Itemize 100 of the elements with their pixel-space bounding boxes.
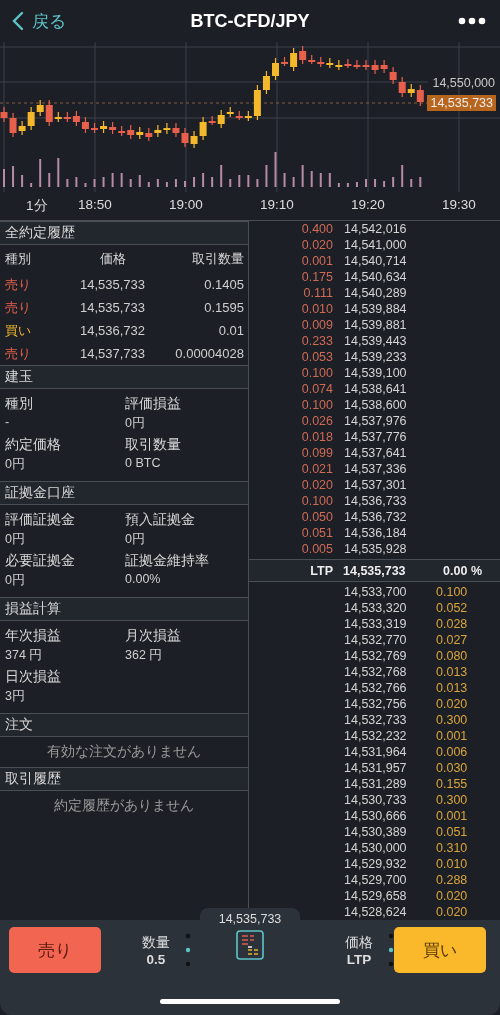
bid-price: 14,528,624 <box>343 904 408 920</box>
more-icon[interactable] <box>458 17 486 25</box>
bid-size: 0.020 <box>435 904 468 920</box>
volume-bar <box>392 177 395 187</box>
field-value: 3円 <box>5 688 26 705</box>
bid-size: 0.001 <box>435 808 468 824</box>
trade-price: 14,536,732 <box>78 323 147 338</box>
time-axis-label: 19:20 <box>350 197 386 212</box>
time-axis-label: 19:10 <box>259 197 295 212</box>
interval-label[interactable]: 1分 <box>26 197 48 215</box>
bid-price: 14,533,319 <box>343 616 408 632</box>
bid-price: 14,532,766 <box>343 680 408 696</box>
field-value: 362 円 <box>125 647 164 664</box>
bid-size: 0.030 <box>435 760 468 776</box>
bid-size: 0.013 <box>435 680 468 696</box>
section-header: 損益計算 <box>0 597 248 621</box>
price-axis-label: 14,550,000 <box>432 76 495 90</box>
back-button[interactable]: 戻る <box>12 9 66 33</box>
trade-amount: 0.01 <box>217 323 244 338</box>
volume-bar <box>256 179 259 187</box>
ask-price: 14,536,732 <box>343 509 408 525</box>
volume-bar <box>265 165 268 187</box>
field-value: 374 円 <box>5 647 44 664</box>
center-price: 14,535,733 <box>218 912 282 926</box>
field-label: 年次損益 <box>5 627 62 645</box>
bid-price: 14,532,769 <box>343 648 408 664</box>
volume-bar <box>410 179 413 187</box>
ask-price: 14,542,016 <box>343 221 408 237</box>
empty-message: 約定履歴がありません <box>53 797 195 815</box>
volume-bar <box>401 165 404 187</box>
volume-bar <box>120 173 123 187</box>
chevron-left-icon <box>12 11 24 31</box>
trade-side: 売り <box>5 344 32 363</box>
field-label: 種別 <box>5 395 34 413</box>
ask-size: 0.009 <box>300 317 333 333</box>
sell-button[interactable]: 売り <box>9 927 101 973</box>
column-header: 種別 <box>5 250 32 268</box>
bid-price: 14,530,000 <box>343 840 408 856</box>
ask-size: 0.005 <box>300 541 333 557</box>
order-book-icon <box>236 930 264 960</box>
volume-bar <box>138 175 141 187</box>
volume-bar <box>419 177 422 187</box>
volume-bar <box>211 177 214 187</box>
ask-size: 0.021 <box>300 461 333 477</box>
quantity-picker[interactable]: 数量 0.5 <box>139 933 173 967</box>
trade-side: 売り <box>5 275 32 294</box>
bid-size: 0.020 <box>435 696 468 712</box>
bid-price: 14,532,770 <box>343 632 408 648</box>
field-label: 証拠金維持率 <box>125 552 210 570</box>
time-axis-label: 19:00 <box>168 197 204 212</box>
ask-size: 0.020 <box>300 477 333 493</box>
ask-size: 0.018 <box>300 429 333 445</box>
ask-price: 14,539,881 <box>343 317 408 333</box>
field-label: 評価証拠金 <box>5 511 76 529</box>
ask-price: 14,536,184 <box>343 525 408 541</box>
volume-bar <box>193 177 196 187</box>
ask-size: 0.100 <box>300 397 333 413</box>
field-label: 日次損益 <box>5 668 62 686</box>
bid-price: 14,530,389 <box>343 824 408 840</box>
ask-price: 14,538,641 <box>343 381 408 397</box>
section-header: 取引履歴 <box>0 767 248 791</box>
section-header: 注文 <box>0 713 248 737</box>
trade-price: 14,535,733 <box>78 277 147 292</box>
buy-button[interactable]: 買い <box>394 927 486 973</box>
bid-size: 0.013 <box>435 664 468 680</box>
section-header: 証拠金口座 <box>0 481 248 505</box>
bid-size: 0.155 <box>435 776 468 792</box>
bid-size: 0.027 <box>435 632 468 648</box>
bid-size: 0.010 <box>435 856 468 872</box>
candle <box>272 57 279 81</box>
price-picker[interactable]: 価格 LTP <box>342 933 376 967</box>
candle <box>91 122 98 134</box>
bid-price: 14,529,932 <box>343 856 408 872</box>
trade-amount: 0.1595 <box>203 300 244 315</box>
column-header: 取引数量 <box>191 250 244 268</box>
ask-size: 0.010 <box>300 301 333 317</box>
ask-size: 0.074 <box>300 381 333 397</box>
volume-bar <box>383 181 386 187</box>
bid-price: 14,532,756 <box>343 696 408 712</box>
ask-price: 14,537,301 <box>343 477 408 493</box>
bid-price: 14,529,658 <box>343 888 408 904</box>
volume-bar <box>319 173 322 187</box>
bid-size: 0.051 <box>435 824 468 840</box>
volume-bar <box>129 179 132 187</box>
bid-size: 0.300 <box>435 712 468 728</box>
trade-amount: 0.1405 <box>203 277 244 292</box>
column-header: 価格 <box>98 250 127 268</box>
volume-bar <box>93 179 96 187</box>
ask-size: 0.100 <box>300 365 333 381</box>
volume-bar <box>328 173 331 187</box>
volume-bar <box>301 165 304 187</box>
picker-dots-icon <box>388 933 394 967</box>
field-value: - <box>5 415 11 429</box>
field-value: 0円 <box>5 456 26 473</box>
bid-size: 0.020 <box>435 888 468 904</box>
time-axis-label: 18:50 <box>77 197 113 212</box>
field-value: 0円 <box>5 531 26 548</box>
field-value: 0円 <box>125 415 146 432</box>
bid-price: 14,530,666 <box>343 808 408 824</box>
bid-price: 14,531,957 <box>343 760 408 776</box>
